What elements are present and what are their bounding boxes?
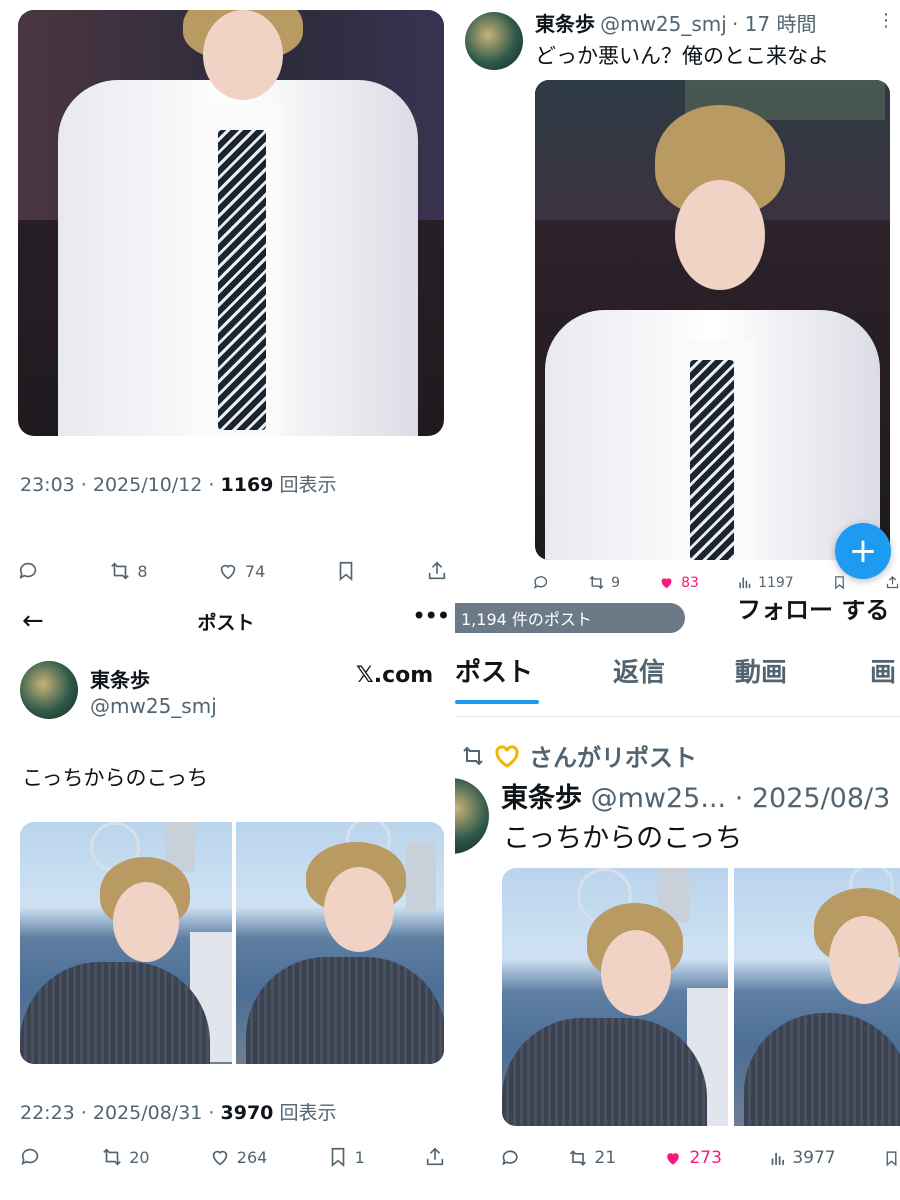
avatar[interactable] xyxy=(455,778,489,854)
bookmark-count: 1 xyxy=(354,1147,365,1167)
bookmark-icon xyxy=(832,575,847,590)
tab-videos[interactable]: 動画 xyxy=(735,652,787,689)
retweet-icon xyxy=(101,1146,123,1168)
like-count: 83 xyxy=(681,574,699,591)
retweet-count: 9 xyxy=(611,574,621,591)
retweet-button[interactable]: 21 xyxy=(568,1148,616,1168)
tab-media[interactable]: 画 xyxy=(870,652,896,689)
share-button[interactable] xyxy=(424,1146,446,1168)
compose-button[interactable]: + xyxy=(835,523,891,579)
panel-tweet-detail-2: ← ポスト ••• 東条歩 @mw25_smj 𝕏.com こっちからのこっち … xyxy=(0,600,452,1200)
like-button[interactable]: 74 xyxy=(217,560,265,582)
tweet-photo[interactable] xyxy=(18,10,444,436)
view-count: 1169 xyxy=(220,474,274,496)
x-com-label: 𝕏.com xyxy=(356,663,434,688)
reply-button[interactable] xyxy=(501,1148,521,1168)
retweet-icon xyxy=(588,574,605,591)
tweet-header: 東条歩 @mw25... · 2025/08/3 xyxy=(501,776,890,815)
follow-partial-label[interactable]: フォロー する xyxy=(737,600,889,625)
like-button[interactable]: 273 xyxy=(663,1148,722,1168)
reply-icon xyxy=(20,1146,42,1168)
retweet-button[interactable]: 9 xyxy=(588,574,620,591)
user-handle[interactable]: @mw25... xyxy=(591,783,727,814)
like-count: 74 xyxy=(244,561,266,581)
like-count: 264 xyxy=(236,1147,268,1167)
retweet-button[interactable]: 8 xyxy=(109,560,148,582)
tweet-photo-2[interactable] xyxy=(236,822,444,1064)
analytics-icon xyxy=(769,1150,786,1167)
heart-icon xyxy=(217,560,239,582)
tab-active-indicator xyxy=(455,700,539,704)
tweet-timestamp: 22:23 · 2025/08/31 · 3970 回表示 xyxy=(20,1102,337,1124)
heart-filled-icon xyxy=(663,1148,683,1168)
reply-icon xyxy=(533,574,550,591)
user-handle[interactable]: @mw25_smj xyxy=(90,694,217,718)
more-options-icon[interactable]: ⋮ xyxy=(877,10,895,31)
panel-profile-reposts: 1,194 件のポスト フォロー する ポスト 返信 動画 画 さんがリポスト … xyxy=(455,600,900,1200)
repost-banner: さんがリポスト xyxy=(461,738,697,773)
tweet-photo-2[interactable] xyxy=(734,868,900,1126)
views-button[interactable]: 1197 xyxy=(737,575,794,591)
tweet-age: · 17 時間 xyxy=(731,12,817,36)
avatar[interactable] xyxy=(20,661,78,719)
user-handle[interactable]: @mw25_smj xyxy=(600,12,727,36)
tweet-timestamp: 23:03 · 2025/10/12 · 1169 回表示 xyxy=(20,474,337,496)
like-button[interactable]: 264 xyxy=(209,1146,268,1168)
analytics-icon xyxy=(737,575,752,590)
tweet-photo-1[interactable] xyxy=(502,868,728,1126)
reply-icon xyxy=(501,1148,521,1168)
header-title: ポスト xyxy=(197,612,255,634)
share-icon xyxy=(424,1146,446,1168)
view-count: 3970 xyxy=(220,1102,274,1124)
tweet-photo[interactable] xyxy=(535,80,890,560)
bookmark-icon xyxy=(335,560,357,582)
tweet-photo-1[interactable] xyxy=(20,822,232,1064)
heart-icon xyxy=(209,1146,231,1168)
display-name[interactable]: 東条歩 xyxy=(501,783,582,814)
retweet-icon xyxy=(461,744,485,768)
retweet-count: 8 xyxy=(137,561,148,581)
bookmark-icon xyxy=(327,1146,349,1168)
retweet-count: 21 xyxy=(594,1148,617,1168)
bookmark-button[interactable] xyxy=(832,575,847,590)
share-button[interactable] xyxy=(426,560,448,582)
tweet-text: どっか悪いん？俺のとこ来なよ xyxy=(535,44,829,68)
bookmark-icon xyxy=(883,1150,900,1167)
bookmark-button[interactable]: 1 xyxy=(327,1146,365,1168)
tweet-header: 東条歩 @mw25_smj · 17 時間 xyxy=(535,8,816,37)
bookmark-button[interactable] xyxy=(335,560,357,582)
retweet-icon xyxy=(568,1148,588,1168)
retweet-icon xyxy=(109,560,131,582)
tweet-text: こっちからのこっち xyxy=(22,766,209,790)
retweet-count: 20 xyxy=(129,1147,150,1167)
heart-filled-icon xyxy=(658,574,675,591)
view-count: 1197 xyxy=(758,574,794,591)
like-button[interactable]: 83 xyxy=(658,574,699,591)
avatar[interactable] xyxy=(465,12,523,70)
panel-tweet-detail-1: 23:03 · 2025/10/12 · 1169 回表示 8 74 xyxy=(0,0,452,600)
like-count: 273 xyxy=(689,1148,722,1168)
tab-posts[interactable]: ポスト xyxy=(455,652,533,689)
tweet-date: · 2025/08/3 xyxy=(734,783,891,814)
tweet-text: こっちからのこっち xyxy=(503,823,743,854)
tab-replies[interactable]: 返信 xyxy=(613,652,665,689)
more-options-icon[interactable]: ••• xyxy=(412,602,450,630)
share-icon xyxy=(885,575,900,590)
display-name[interactable]: 東条歩 xyxy=(90,664,150,693)
retweet-button[interactable]: 20 xyxy=(101,1146,150,1168)
view-count: 3977 xyxy=(792,1148,836,1168)
reply-icon xyxy=(18,560,40,582)
reply-button[interactable] xyxy=(533,574,550,591)
bookmark-button[interactable] xyxy=(883,1150,900,1167)
display-name[interactable]: 東条歩 xyxy=(535,12,595,36)
share-icon xyxy=(426,560,448,582)
share-button[interactable] xyxy=(885,575,900,590)
panel-timeline-tweet: 東条歩 @mw25_smj · 17 時間 ⋮ どっか悪いん？俺のとこ来なよ +… xyxy=(455,0,900,600)
post-count-badge: 1,194 件のポスト xyxy=(455,603,685,633)
reply-button[interactable] xyxy=(18,560,40,582)
reply-button[interactable] xyxy=(20,1146,42,1168)
views-button[interactable]: 3977 xyxy=(769,1148,836,1168)
heart-hands-icon xyxy=(493,744,521,768)
